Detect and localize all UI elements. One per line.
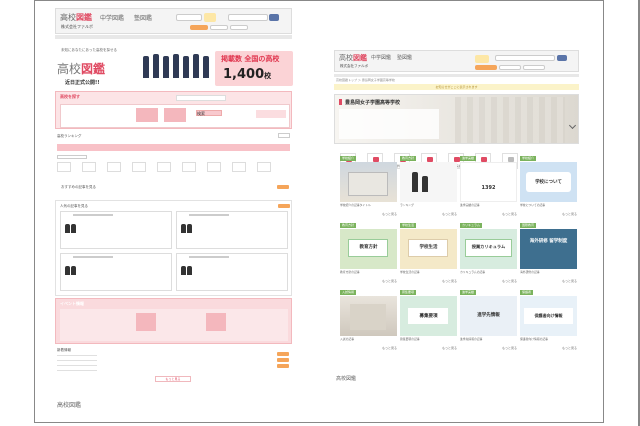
article-tile[interactable]: 教育方針 教育方針 教育方針の記事 もっと見る bbox=[340, 223, 397, 283]
article-tile[interactable]: 保護者 保護者向け情報 保護者向け情報の記事 もっと見る bbox=[520, 290, 577, 350]
article-tile[interactable]: 学校紹介 学校紹介の記事タイトル もっと見る bbox=[340, 156, 397, 216]
news-title: 新着情報 bbox=[57, 348, 71, 352]
article-tile[interactable]: 進学実績 進学先情報 進学先情報の記事 もっと見る bbox=[460, 290, 517, 350]
search-panel: 高校を探す 検索 bbox=[55, 91, 292, 129]
right-footer-logo[interactable]: 高校図鑑 bbox=[336, 375, 356, 382]
recommend-more-button[interactable] bbox=[277, 185, 289, 189]
school-name: 豊島岡女子学園高等学校 bbox=[345, 100, 401, 106]
hero-students-illustration bbox=[139, 50, 213, 88]
article-card[interactable] bbox=[176, 253, 288, 291]
right-header-badge[interactable] bbox=[475, 55, 489, 63]
right-company-name: 株式会社ファルボ bbox=[340, 64, 368, 68]
count-value: 1,400校 bbox=[223, 67, 272, 82]
header-link-3[interactable] bbox=[230, 25, 248, 30]
right-search-button[interactable] bbox=[557, 55, 567, 61]
school-banner: 豊島岡女子学園高等学校 bbox=[334, 94, 579, 144]
article-tile[interactable]: カリキュラム 授業カリキュラム カリキュラムの記事 もっと見る bbox=[460, 223, 517, 283]
left-header: 高校図鑑 中学図鑑 塾図鑑 株式会社ファルボ bbox=[55, 8, 292, 34]
article-card[interactable] bbox=[176, 211, 288, 249]
header-search-input[interactable] bbox=[228, 14, 268, 21]
ranking-list bbox=[57, 162, 290, 176]
search-area-map[interactable] bbox=[136, 108, 158, 122]
site-logo[interactable]: 高校図鑑 bbox=[60, 12, 92, 23]
right-cram-logo[interactable]: 塾図鑑 bbox=[397, 54, 412, 61]
breadcrumb: 高校図鑑トップ ＞ 豊島岡女子学園高等学校 bbox=[336, 78, 395, 82]
ranking-tab-bar[interactable] bbox=[57, 144, 290, 151]
count-label: 掲載数 全国の高校 bbox=[221, 55, 280, 63]
ranking-filter[interactable] bbox=[57, 155, 87, 159]
company-name: 株式会社ファルボ bbox=[61, 24, 93, 29]
article-tile[interactable]: 学校紹介 学校について 学校についての記事 もっと見る bbox=[520, 156, 577, 216]
global-nav bbox=[55, 35, 292, 39]
article-tile[interactable]: 国際教育 海外研修 留学制度 海外研修の記事 もっと見る bbox=[520, 223, 577, 283]
article-card[interactable] bbox=[60, 253, 172, 291]
right-header: 高校図鑑 中学図鑑 塾図鑑 株式会社ファルボ bbox=[334, 50, 579, 72]
header-search-button[interactable] bbox=[269, 14, 279, 21]
search-button[interactable]: 検索 bbox=[196, 110, 222, 116]
articles-more-button[interactable] bbox=[278, 204, 290, 208]
hero-tagline: 未知にあなたにあった高校を探せる bbox=[61, 48, 117, 52]
article-tile[interactable]: 進学実績 1392 進学実績の記事 もっと見る bbox=[460, 156, 517, 216]
header-orange-link[interactable] bbox=[190, 25, 208, 30]
event-card[interactable] bbox=[60, 309, 288, 341]
notice-bar: お知らせがここに表示されます bbox=[334, 84, 579, 90]
cram-logo[interactable]: 塾図鑑 bbox=[134, 13, 152, 22]
event-panel: イベント情報 bbox=[55, 298, 292, 344]
right-site-logo[interactable]: 高校図鑑 bbox=[339, 53, 367, 63]
hero-logo: 高校図鑑 bbox=[57, 62, 106, 76]
right-header-orange-link[interactable] bbox=[475, 65, 497, 70]
article-card[interactable] bbox=[60, 211, 172, 249]
right-search-input[interactable] bbox=[495, 55, 555, 61]
school-info-box bbox=[339, 109, 439, 139]
logo-text-a: 高校 bbox=[60, 13, 76, 22]
search-title: 高校を探す bbox=[60, 94, 80, 99]
logo-text-b: 図鑑 bbox=[76, 12, 92, 22]
left-page-top: 高校図鑑 中学図鑑 塾図鑑 株式会社ファルボ 未知にあなたにあった高校を探せる … bbox=[55, 8, 293, 420]
junior-logo[interactable]: 中学図鑑 bbox=[100, 13, 124, 22]
header-notice bbox=[176, 14, 202, 21]
article-tile[interactable]: 募集要項 募集要項 募集要項の記事 もっと見る bbox=[400, 290, 457, 350]
search-area-map-2[interactable] bbox=[164, 108, 186, 122]
right-junior-logo[interactable]: 中学図鑑 bbox=[371, 54, 391, 61]
right-header-link-3[interactable] bbox=[523, 65, 545, 70]
hero-subtitle: 近日正式公開!! bbox=[65, 80, 100, 86]
event-title: イベント情報 bbox=[60, 301, 84, 306]
recommend-title: おすすめの記事を見る bbox=[61, 185, 96, 189]
right-global-nav bbox=[334, 74, 579, 77]
article-tile[interactable]: 入試情報 入試の記事 もっと見る bbox=[340, 290, 397, 350]
article-tile[interactable]: 学校生活 学校生活 学校生活の記事 もっと見る bbox=[400, 223, 457, 283]
search-keyword-input[interactable] bbox=[176, 95, 226, 101]
articles-title: 人気の記事を見る bbox=[60, 204, 88, 208]
header-link-2[interactable] bbox=[210, 25, 228, 30]
article-tile[interactable]: 教育方針 ランキング もっと見る bbox=[400, 156, 457, 216]
right-header-link-2[interactable] bbox=[499, 65, 521, 70]
right-page-school: 高校図鑑 中学図鑑 塾図鑑 株式会社ファルボ 高校図鑑トップ ＞ 豊島岡女子学園… bbox=[334, 50, 579, 382]
ranking-title: 高校ランキング bbox=[57, 134, 82, 138]
header-badge[interactable] bbox=[204, 13, 216, 22]
ranking-select[interactable] bbox=[278, 133, 290, 138]
articles-section: 人気の記事を見る bbox=[55, 200, 292, 296]
hero-banner: 未知にあなたにあった高校を探せる 高校図鑑 近日正式公開!! 掲載数 全国の高校… bbox=[55, 48, 293, 92]
more-link[interactable]: もっと見る bbox=[155, 376, 191, 382]
search-filter-box[interactable] bbox=[256, 110, 286, 118]
left-footer-logo[interactable]: 高校図鑑 bbox=[57, 400, 81, 409]
school-count-panel: 掲載数 全国の高校 1,400校 bbox=[215, 51, 293, 86]
